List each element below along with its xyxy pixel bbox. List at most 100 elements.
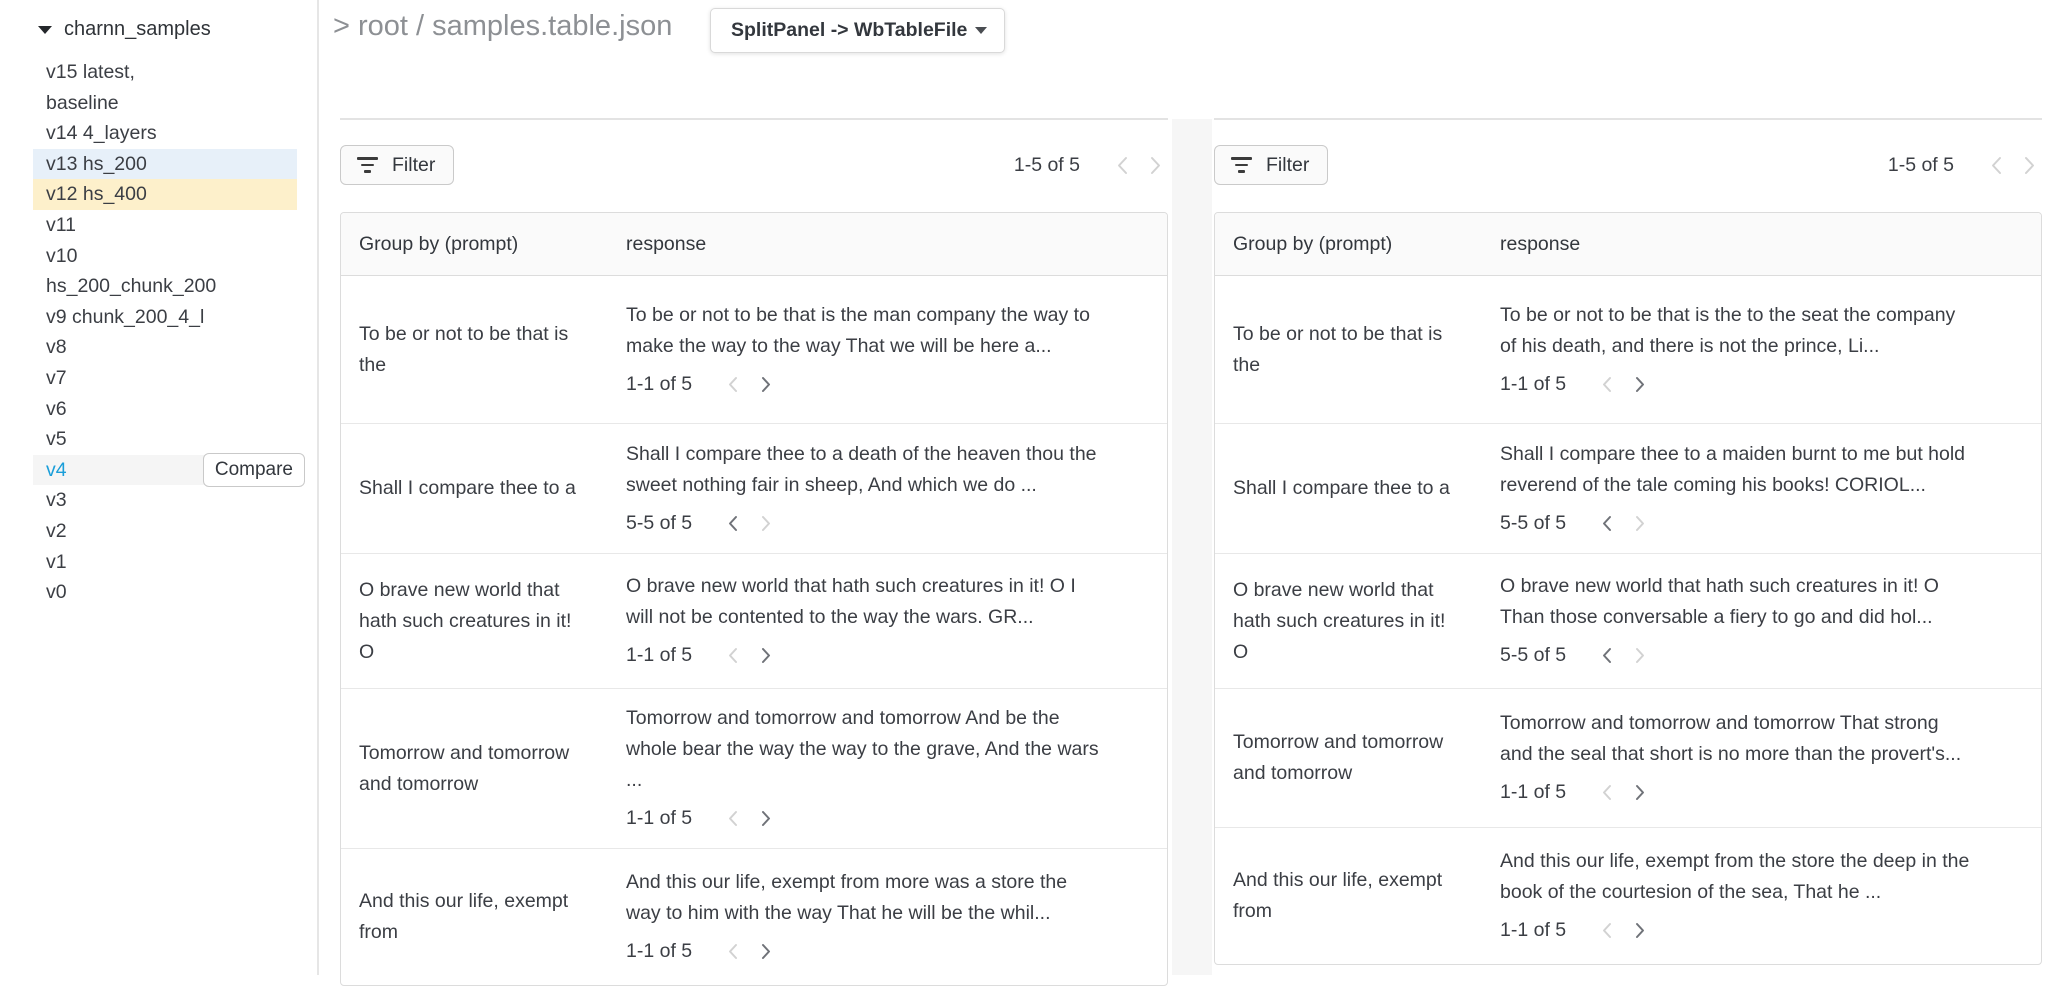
artifact-sidebar: charnn_samples v15 latest, baseline v14 …: [0, 0, 317, 975]
next-page-icon[interactable]: [754, 372, 778, 396]
sidebar-item-version[interactable]: v5: [33, 424, 297, 455]
collapse-caret-icon: [38, 26, 52, 34]
response-cell: O brave new world that hath such creatur…: [626, 554, 1167, 688]
response-text: To be or not to be that is the man compa…: [626, 300, 1101, 362]
prev-page-icon: [1984, 153, 2008, 177]
panel-type-dropdown[interactable]: SplitPanel -> WbTableFile: [710, 8, 1005, 53]
filter-icon: [357, 157, 378, 173]
sidebar-item-version[interactable]: v8: [33, 332, 297, 363]
prompt-cell: Shall I compare thee to a: [341, 424, 626, 553]
sidebar-item-version[interactable]: v0: [33, 577, 297, 608]
response-text: Shall I compare thee to a death of the h…: [626, 439, 1101, 501]
sidebar-item-version[interactable]: v3: [33, 485, 297, 516]
cell-pagination: 1-1 of 5: [1500, 915, 1975, 946]
filter-button[interactable]: Filter: [1214, 145, 1328, 185]
column-header-response[interactable]: response: [626, 233, 1167, 256]
table-row: And this our life, exempt from And this …: [1215, 828, 2041, 964]
next-page-icon[interactable]: [1628, 781, 1652, 805]
table-row: To be or not to be that is the To be or …: [341, 276, 1167, 424]
sidebar-item-version[interactable]: v9 chunk_200_4_l: [33, 302, 297, 333]
sidebar-item-version[interactable]: hs_200_chunk_200: [33, 271, 297, 302]
response-cell: Tomorrow and tomorrow and tomorrow That …: [1500, 689, 2041, 827]
sidebar-item-version[interactable]: v2: [33, 516, 297, 547]
table-toolbar: Filter 1-5 of 5: [340, 145, 1168, 185]
sidebar-item-version[interactable]: v11: [33, 210, 297, 241]
collection-name: charnn_samples: [64, 18, 211, 41]
cell-pagination-label: 1-1 of 5: [1500, 777, 1566, 808]
cell-pagination-label: 1-1 of 5: [626, 936, 692, 967]
column-header-groupby[interactable]: Group by (prompt): [341, 233, 626, 256]
table-pagination: 1-5 of 5: [1014, 153, 1168, 177]
sidebar-item-version[interactable]: v6: [33, 394, 297, 425]
sidebar-item-version[interactable]: v15 latest,: [33, 57, 297, 88]
table-toolbar: Filter 1-5 of 5: [1214, 145, 2042, 185]
compare-button[interactable]: Compare: [203, 453, 305, 487]
prev-page-icon: [1594, 919, 1618, 943]
sidebar-item-version[interactable]: v14 4_layers: [33, 118, 297, 149]
cell-pagination: 5-5 of 5: [626, 508, 1101, 539]
prev-page-icon: [720, 807, 744, 831]
cell-pagination-label: 5-5 of 5: [626, 508, 692, 539]
next-page-icon[interactable]: [1628, 372, 1652, 396]
column-header-groupby[interactable]: Group by (prompt): [1215, 233, 1500, 256]
table-row: O brave new world that hath such creatur…: [1215, 554, 2041, 689]
response-text: Shall I compare thee to a maiden burnt t…: [1500, 439, 1975, 501]
prompt-cell: To be or not to be that is the: [341, 276, 626, 423]
table-panel-right: Filter 1-5 of 5 Group by (prompt) respon…: [1214, 119, 2042, 965]
filter-button[interactable]: Filter: [340, 145, 454, 185]
cell-pagination: 1-1 of 5: [626, 803, 1101, 834]
panel-type-label: SplitPanel -> WbTableFile: [731, 19, 967, 42]
cell-pagination-label: 5-5 of 5: [1500, 508, 1566, 539]
filter-icon: [1231, 157, 1252, 173]
prompt-cell: Tomorrow and tomorrow and tomorrow: [341, 689, 626, 848]
sidebar-item-version[interactable]: v12 hs_400: [33, 179, 297, 210]
sidebar-item-version[interactable]: v10: [33, 241, 297, 272]
next-page-icon[interactable]: [754, 807, 778, 831]
prev-page-icon[interactable]: [1594, 644, 1618, 668]
column-header-response[interactable]: response: [1500, 233, 2041, 256]
cell-pagination-label: 1-1 of 5: [626, 803, 692, 834]
cell-pagination: 1-1 of 5: [626, 640, 1101, 671]
response-text: O brave new world that hath such creatur…: [626, 571, 1101, 633]
table-row: Shall I compare thee to a Shall I compar…: [1215, 424, 2041, 554]
sidebar-item-version-selected[interactable]: v4 Compare: [33, 455, 297, 486]
next-page-icon[interactable]: [754, 940, 778, 964]
split-panel-gutter[interactable]: [1172, 119, 1212, 975]
response-text: Tomorrow and tomorrow and tomorrow And b…: [626, 703, 1101, 796]
prompt-cell: To be or not to be that is the: [1215, 276, 1500, 423]
prompt-cell: Shall I compare thee to a: [1215, 424, 1500, 553]
response-cell: To be or not to be that is the man compa…: [626, 276, 1167, 423]
sidebar-item-version[interactable]: v7: [33, 363, 297, 394]
sidebar-item-version[interactable]: baseline: [33, 88, 297, 119]
table-panel-left: Filter 1-5 of 5 Group by (prompt) respon…: [340, 119, 1168, 986]
next-page-icon: [1628, 511, 1652, 535]
prompt-cell: Tomorrow and tomorrow and tomorrow: [1215, 689, 1500, 827]
cell-pagination: 1-1 of 5: [626, 369, 1101, 400]
artifact-collection-header[interactable]: charnn_samples: [38, 18, 211, 41]
prev-page-icon[interactable]: [1594, 511, 1618, 535]
table-row: Tomorrow and tomorrow and tomorrow Tomor…: [341, 689, 1167, 849]
response-text: And this our life, exempt from more was …: [626, 867, 1101, 929]
response-text: And this our life, exempt from the store…: [1500, 846, 1975, 908]
breadcrumb[interactable]: > root / samples.table.json: [333, 10, 672, 43]
next-page-icon: [1144, 153, 1168, 177]
next-page-icon[interactable]: [754, 644, 778, 668]
cell-pagination-label: 1-1 of 5: [626, 640, 692, 671]
cell-pagination-label: 1-1 of 5: [1500, 915, 1566, 946]
table-row: O brave new world that hath such creatur…: [341, 554, 1167, 689]
sidebar-item-version[interactable]: v13 hs_200: [33, 149, 297, 180]
next-page-icon[interactable]: [1628, 919, 1652, 943]
next-page-icon: [1628, 644, 1652, 668]
cell-pagination: 1-1 of 5: [626, 936, 1101, 967]
next-page-icon: [2018, 153, 2042, 177]
data-table: Group by (prompt) response To be or not …: [1214, 212, 2042, 965]
response-cell: Tomorrow and tomorrow and tomorrow And b…: [626, 689, 1167, 848]
prev-page-icon[interactable]: [720, 511, 744, 535]
cell-pagination: 5-5 of 5: [1500, 640, 1975, 671]
sidebar-item-version[interactable]: v1: [33, 547, 297, 578]
response-text: O brave new world that hath such creatur…: [1500, 571, 1975, 633]
response-cell: To be or not to be that is the to the se…: [1500, 276, 2041, 423]
prompt-cell: O brave new world that hath such creatur…: [341, 554, 626, 688]
prev-page-icon: [1594, 372, 1618, 396]
table-pagination: 1-5 of 5: [1888, 153, 2042, 177]
